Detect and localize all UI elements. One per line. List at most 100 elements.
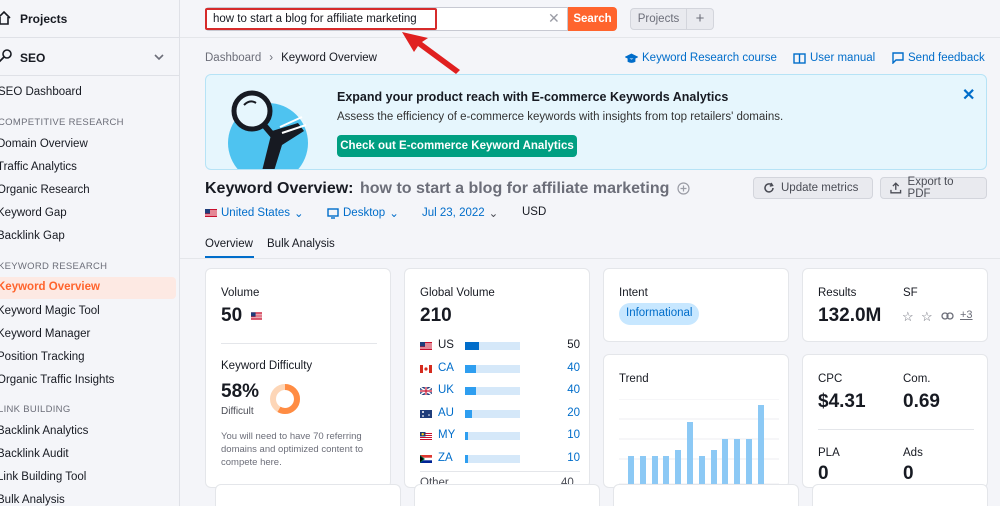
us-flag-icon <box>251 312 262 320</box>
ads-value: 0 <box>903 463 914 484</box>
sidebar-item-organic-traffic-insights[interactable]: Organic Traffic Insights <box>0 374 114 386</box>
feedback-icon <box>892 52 904 64</box>
kd-text: Difficult <box>221 406 254 417</box>
export-pdf-button[interactable]: Export to PDF <box>880 176 987 200</box>
volume-bar-fill <box>465 364 476 373</box>
chevron-down-icon: ⌄ <box>488 208 499 220</box>
divider <box>221 343 377 344</box>
send-feedback-link[interactable]: Send feedback <box>892 52 985 64</box>
intent-badge[interactable]: Informational <box>619 303 700 325</box>
trend-bar[interactable] <box>651 456 658 484</box>
sidebar-section-keyword: KEYWORD RESEARCH <box>0 261 108 272</box>
keyword-research-course-link[interactable]: Keyword Research course <box>625 52 777 64</box>
au-flag-icon <box>420 409 432 418</box>
sidebar-item-position-tracking[interactable]: Position Tracking <box>0 351 85 363</box>
home-icon <box>0 10 11 25</box>
device-select[interactable]: Desktop ⌄ <box>327 206 399 220</box>
star-icon: ☆ <box>921 309 933 324</box>
ads-label: Ads <box>903 447 923 459</box>
user-manual-link[interactable]: User manual <box>793 52 875 64</box>
close-icon[interactable]: ✕ <box>962 85 975 105</box>
chevron-down-icon <box>154 54 164 61</box>
trend-bar[interactable] <box>722 439 729 484</box>
banner-subtitle: Assess the efficiency of e-commerce keyw… <box>337 111 784 123</box>
country-code[interactable]: UK <box>438 384 454 396</box>
promo-banner: Expand your product reach with E-commerc… <box>205 74 987 170</box>
trend-bar[interactable] <box>687 422 693 484</box>
tabs-border <box>180 258 1000 259</box>
projects-button[interactable]: Projects <box>630 8 687 30</box>
volume-label: Volume <box>221 287 260 299</box>
sidebar-item-keyword-overview[interactable]: Keyword Overview <box>0 281 100 293</box>
trend-bar[interactable] <box>746 439 752 484</box>
country-code[interactable]: ZA <box>438 452 453 464</box>
country-volume: 40 <box>567 384 580 396</box>
sidebar-item-keyword-gap[interactable]: Keyword Gap <box>0 207 67 219</box>
sidebar-item-organic-research[interactable]: Organic Research <box>0 184 90 196</box>
search-button[interactable]: Search <box>568 7 617 31</box>
sidebar-item-keyword-magic-tool[interactable]: Keyword Magic Tool <box>0 305 100 317</box>
us-flag-icon <box>420 342 432 350</box>
sidebar-item-seo-dashboard[interactable]: SEO Dashboard <box>0 86 82 98</box>
pla-value: 0 <box>818 463 829 484</box>
date-select[interactable]: Jul 23, 2022 ⌄ <box>422 206 498 220</box>
clear-icon[interactable]: ✕ <box>548 11 560 25</box>
pla-label: PLA <box>818 447 840 459</box>
country-volume: 40 <box>567 361 580 374</box>
add-keyword-icon[interactable] <box>677 182 690 195</box>
ecommerce-analytics-button[interactable]: Check out E-commerce Keyword Analytics <box>337 135 577 157</box>
lower-card <box>215 484 401 506</box>
sidebar: Projects SEO SEO Dashboard COMPETITIVE R… <box>0 0 180 506</box>
trend-bar[interactable] <box>663 456 670 484</box>
trend-bar[interactable] <box>710 450 717 484</box>
trend-bar[interactable] <box>734 439 741 484</box>
sidebar-item-seo[interactable]: SEO <box>0 39 179 76</box>
volume-bar-fill <box>465 432 468 440</box>
za-flag-icon <box>420 454 432 463</box>
country-code[interactable]: MY <box>438 429 455 441</box>
sidebar-item-bulk-analysis[interactable]: Bulk Analysis <box>0 494 65 506</box>
sidebar-item-keyword-manager[interactable]: Keyword Manager <box>0 328 90 340</box>
sidebar-item-link-building-tool[interactable]: Link Building Tool <box>0 471 86 483</box>
sf-more-link[interactable]: +3 <box>960 309 973 321</box>
seo-icon <box>0 49 12 63</box>
global-volume-row: US 50 <box>420 339 580 353</box>
trend-bar[interactable] <box>698 456 705 484</box>
link-icon <box>941 312 954 320</box>
country-code[interactable]: CA <box>438 362 454 374</box>
update-metrics-button[interactable]: Update metrics <box>753 177 873 199</box>
sidebar-item-traffic-analytics[interactable]: Traffic Analytics <box>0 161 77 173</box>
kd-value: 58% <box>221 381 260 402</box>
country-select[interactable]: United States ⌄ <box>205 206 304 220</box>
trend-bar[interactable] <box>628 456 634 484</box>
sidebar-item-backlink-audit[interactable]: Backlink Audit <box>0 448 69 460</box>
volume-bar-track <box>465 409 520 418</box>
sidebar-section-competitive: COMPETITIVE RESEARCH <box>0 117 124 128</box>
sidebar-item-backlink-analytics[interactable]: Backlink Analytics <box>0 425 88 437</box>
tab-overview[interactable]: Overview <box>205 238 253 250</box>
chevron-down-icon: ⌄ <box>389 208 399 220</box>
country-code[interactable]: AU <box>438 407 454 419</box>
search-input[interactable] <box>205 8 437 30</box>
divider <box>818 429 974 430</box>
sf-label: SF <box>903 287 918 299</box>
divider <box>420 471 580 472</box>
add-project-button[interactable]: + <box>687 8 714 30</box>
trend-bar[interactable] <box>757 405 764 484</box>
sidebar-item-backlink-gap[interactable]: Backlink Gap <box>0 230 65 242</box>
volume-card: Volume 50 Keyword Difficulty 58% Difficu… <box>205 268 391 488</box>
desktop-icon <box>327 207 339 219</box>
volume-bar-fill <box>465 342 479 350</box>
kd-note: You will need to have 70 referring domai… <box>221 431 364 468</box>
intent-label: Intent <box>619 287 648 299</box>
chevron-down-icon: ⌄ <box>294 208 304 220</box>
trend-bar[interactable] <box>639 456 646 484</box>
star-icon: ☆ <box>902 309 914 324</box>
sidebar-item-domain-overview[interactable]: Domain Overview <box>0 138 88 150</box>
breadcrumb-dashboard[interactable]: Dashboard <box>205 52 261 64</box>
tab-bulk-analysis[interactable]: Bulk Analysis <box>267 238 335 250</box>
trend-bar[interactable] <box>675 450 682 484</box>
sidebar-item-projects[interactable]: Projects <box>0 0 179 38</box>
country-code[interactable]: US <box>438 339 454 351</box>
breadcrumb-current: Keyword Overview <box>281 52 377 64</box>
